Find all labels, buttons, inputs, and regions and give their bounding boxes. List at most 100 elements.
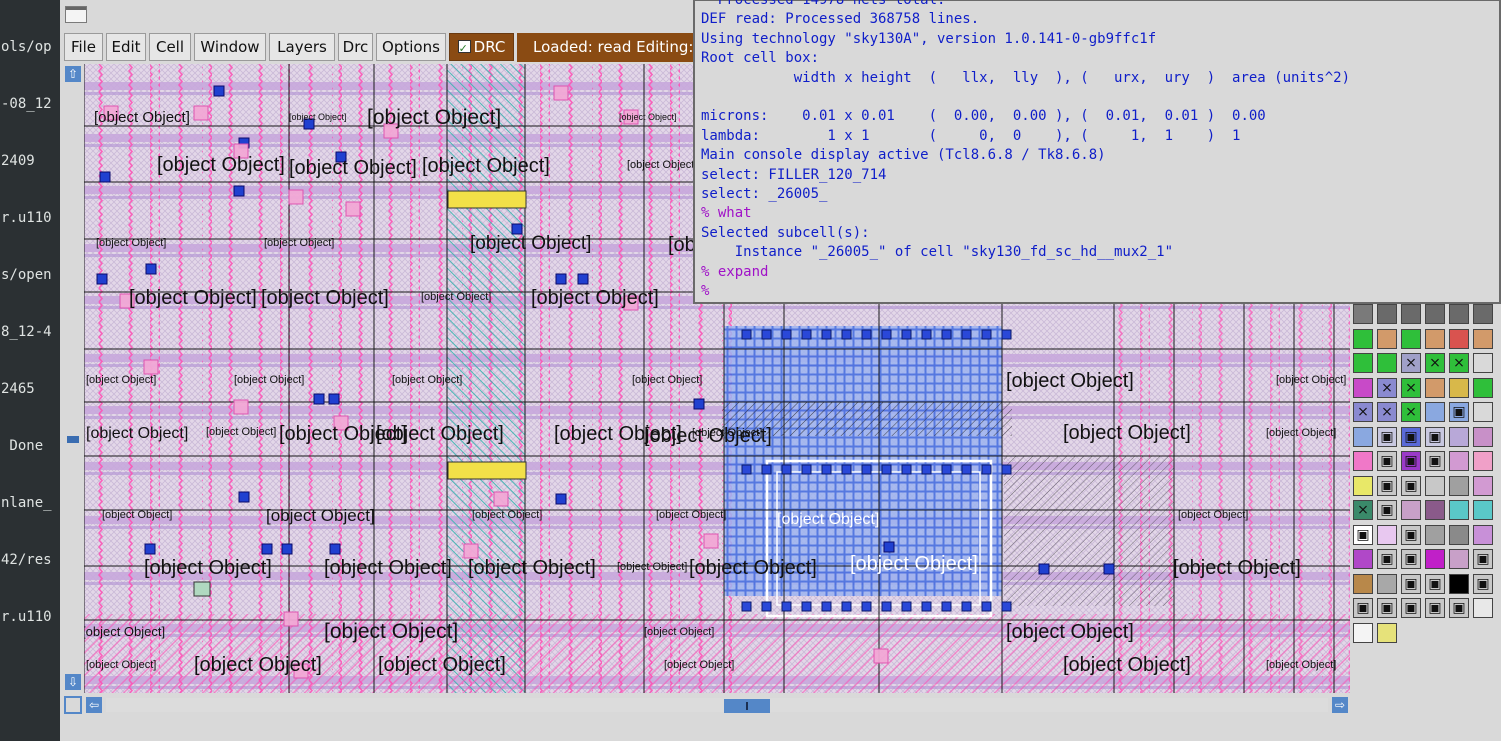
menu-layers[interactable]: Layers [269,33,335,61]
layer-swatch-lock-icon[interactable]: ▣ [1425,426,1445,447]
horizontal-scroll-track[interactable] [106,698,1328,713]
drc-toggle[interactable]: DRC [449,33,514,62]
layer-swatch-cross-icon[interactable]: ⨯ [1401,353,1421,373]
layer-swatch[interactable] [1449,451,1469,471]
layer-swatch[interactable] [1425,304,1445,324]
layer-swatch[interactable] [1449,500,1469,520]
layer-swatch[interactable] [1473,402,1493,422]
layer-swatch[interactable] [1353,622,1373,643]
layer-swatch[interactable] [1449,328,1469,349]
layer-swatch[interactable] [1449,377,1469,398]
layer-swatch[interactable] [1449,549,1469,569]
layer-swatch-lock-icon[interactable]: ▣ [1377,451,1397,471]
menu-edit[interactable]: Edit [106,33,146,61]
scroll-down-arrow-icon[interactable]: ⇩ [65,674,81,690]
layer-swatch-cross-icon[interactable]: ⨯ [1377,402,1397,422]
layer-swatch[interactable] [1449,304,1469,324]
layer-swatch[interactable] [1353,549,1373,569]
layer-swatch-cross-icon[interactable]: ⨯ [1353,500,1373,520]
layer-swatch[interactable] [1401,328,1421,349]
layer-swatch[interactable] [1353,451,1373,471]
layer-swatch[interactable] [1449,524,1469,545]
layer-swatch-lock-icon[interactable]: ▣ [1377,549,1397,569]
layer-swatch-lock-icon[interactable]: ▣ [1401,524,1421,545]
layer-swatch[interactable] [1473,353,1493,373]
layer-swatch-lock-icon[interactable]: ▣ [1401,549,1421,569]
console-output[interactable]: Processed 14978 nets total. DEF read: Pro… [701,0,1497,297]
layer-swatch[interactable] [1473,426,1493,447]
layer-swatch-lock-icon[interactable]: ▣ [1425,573,1445,594]
checkbox-icon[interactable] [457,36,471,62]
layer-swatch[interactable] [1473,524,1493,545]
layer-swatch-lock-icon[interactable]: ▣ [1473,549,1493,569]
layer-swatch-lock-icon[interactable]: ▣ [1401,475,1421,496]
layer-swatch[interactable] [1473,500,1493,520]
layer-swatch[interactable] [1425,475,1445,496]
layer-swatch-cross-icon[interactable]: ⨯ [1401,377,1421,398]
menu-drc[interactable]: Drc [338,33,373,61]
layer-swatch[interactable] [1473,304,1493,324]
scroll-up-arrow-icon[interactable]: ⇧ [65,66,81,82]
layer-swatch-lock-icon[interactable]: ▣ [1401,598,1421,618]
layer-swatch[interactable] [1353,353,1373,373]
layer-swatch[interactable] [1377,524,1397,545]
layer-swatch[interactable] [1353,475,1373,496]
layer-swatch[interactable] [1449,573,1469,594]
vertical-scroll-thumb[interactable] [67,436,79,443]
menu-window[interactable]: Window [194,33,266,61]
layer-swatch[interactable] [1353,328,1373,349]
horizontal-scrollbar[interactable]: ⇦ ⇨ [84,696,1350,714]
layer-swatch-lock-icon[interactable]: ▣ [1449,402,1469,422]
menu-cell[interactable]: Cell [149,33,191,61]
layer-swatch[interactable] [1377,304,1397,324]
layer-swatch[interactable] [1473,328,1493,349]
layer-swatch[interactable] [1449,475,1469,496]
layer-swatch-lock-icon[interactable]: ▣ [1473,573,1493,594]
layer-swatch[interactable] [1425,524,1445,545]
layer-swatch-lock-icon[interactable]: ▣ [1401,451,1421,471]
horizontal-scroll-thumb[interactable] [724,699,770,713]
menu-options[interactable]: Options [376,33,446,61]
scroll-left-arrow-icon[interactable]: ⇦ [86,697,102,713]
layer-swatch[interactable] [1473,598,1493,618]
layer-swatch[interactable] [1425,402,1445,422]
layer-swatch-lock-icon[interactable]: ▣ [1401,573,1421,594]
layer-swatch[interactable] [1353,304,1373,324]
layer-swatch[interactable] [1377,353,1397,373]
layer-swatch[interactable] [1377,573,1397,594]
vertical-scrollbar[interactable]: ⇧ ⇩ [64,64,82,692]
layer-swatch-lock-icon[interactable]: ▣ [1377,426,1397,447]
layer-swatch-lock-icon[interactable]: ▣ [1377,500,1397,520]
layer-swatch[interactable] [1473,475,1493,496]
layer-swatch[interactable] [1449,426,1469,447]
layer-swatch-lock-icon[interactable]: ▣ [1377,598,1397,618]
layer-swatch[interactable] [1353,377,1373,398]
layer-swatch-lock-icon[interactable]: ▣ [1449,598,1469,618]
layer-swatch[interactable] [1425,500,1445,520]
layer-swatch[interactable] [1473,451,1493,471]
zoom-box-icon[interactable] [64,696,82,714]
layer-swatch-cross-icon[interactable]: ⨯ [1377,377,1397,398]
layer-swatch[interactable] [1425,328,1445,349]
layer-swatch-lock-icon[interactable]: ▣ [1353,524,1373,545]
scroll-right-arrow-icon[interactable]: ⇨ [1332,697,1348,713]
layer-swatch[interactable] [1425,549,1445,569]
layer-swatch-cross-icon[interactable]: ⨯ [1401,402,1421,422]
layer-swatch-cross-icon[interactable]: ⨯ [1449,353,1469,373]
layer-swatch[interactable] [1353,426,1373,447]
layer-swatch[interactable] [1353,573,1373,594]
layer-swatch[interactable] [1377,328,1397,349]
menu-file[interactable]: File [64,33,103,61]
layer-swatch[interactable] [1377,622,1397,643]
window-icon[interactable] [65,6,87,23]
layer-swatch-cross-icon[interactable]: ⨯ [1425,353,1445,373]
layer-swatch[interactable] [1473,377,1493,398]
layer-swatch-lock-icon[interactable]: ▣ [1425,598,1445,618]
layer-swatch-lock-icon[interactable]: ▣ [1401,426,1421,447]
layer-swatch[interactable] [1425,377,1445,398]
layer-swatch[interactable] [1401,500,1421,520]
window-titlebar[interactable] [60,0,700,30]
layer-swatch[interactable] [1401,304,1421,324]
layer-swatch-lock-icon[interactable]: ▣ [1353,598,1373,618]
layer-swatch-lock-icon[interactable]: ▣ [1425,451,1445,471]
